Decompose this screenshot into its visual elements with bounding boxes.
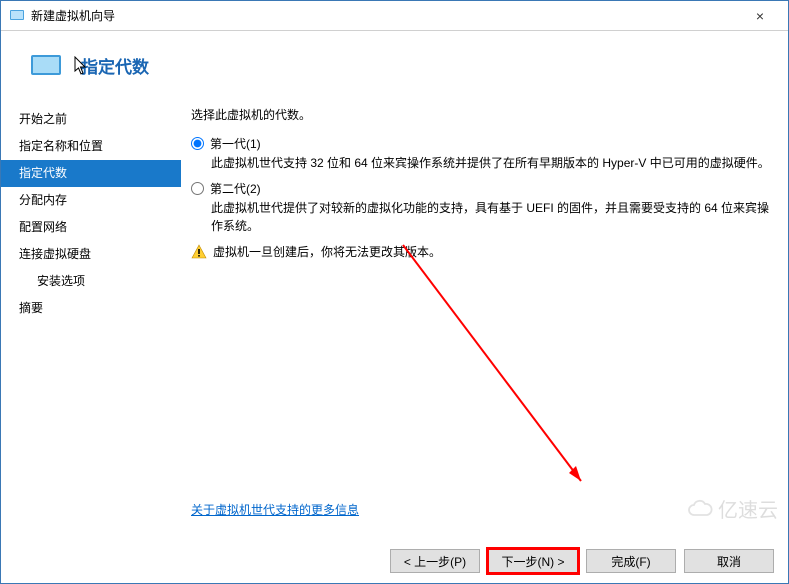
gen2-label: 第二代(2)	[210, 180, 261, 197]
sidebar-item-summary[interactable]: 摘要	[1, 295, 181, 322]
cancel-button[interactable]: 取消	[684, 549, 774, 573]
window-title: 新建虚拟机向导	[31, 7, 740, 24]
sidebar-item-name-location[interactable]: 指定名称和位置	[1, 133, 181, 160]
close-button[interactable]: ×	[740, 8, 780, 24]
gen2-radio-row[interactable]: 第二代(2)	[191, 180, 774, 197]
gen1-radio[interactable]	[191, 137, 204, 150]
gen1-block: 第一代(1) 此虚拟机世代支持 32 位和 64 位来宾操作系统并提供了在所有早…	[191, 135, 774, 172]
sidebar-item-install-options[interactable]: 安装选项	[1, 268, 181, 295]
next-button[interactable]: 下一步(N) >	[488, 549, 578, 573]
header-icon	[31, 55, 61, 77]
intro-text: 选择此虚拟机的代数。	[191, 106, 774, 123]
titlebar: 新建虚拟机向导 ×	[1, 1, 788, 31]
warning-text: 虚拟机一旦创建后，你将无法更改其版本。	[213, 243, 441, 260]
watermark: 亿速云	[686, 494, 778, 523]
content-pane: 选择此虚拟机的代数。 第一代(1) 此虚拟机世代支持 32 位和 64 位来宾操…	[181, 98, 788, 518]
finish-button[interactable]: 完成(F)	[586, 549, 676, 573]
footer-buttons: < 上一步(P) 下一步(N) > 完成(F) 取消	[390, 549, 774, 573]
sidebar-item-memory[interactable]: 分配内存	[1, 187, 181, 214]
sidebar-item-network[interactable]: 配置网络	[1, 214, 181, 241]
cloud-icon	[686, 499, 714, 519]
gen2-radio[interactable]	[191, 182, 204, 195]
watermark-text: 亿速云	[718, 494, 778, 523]
sidebar-item-before-begin[interactable]: 开始之前	[1, 106, 181, 133]
gen1-desc: 此虚拟机世代支持 32 位和 64 位来宾操作系统并提供了在所有早期版本的 Hy…	[211, 154, 774, 172]
sidebar-item-virtual-disk[interactable]: 连接虚拟硬盘	[1, 241, 181, 268]
warning-row: 虚拟机一旦创建后，你将无法更改其版本。	[191, 243, 774, 260]
gen1-radio-row[interactable]: 第一代(1)	[191, 135, 774, 152]
wizard-window: 新建虚拟机向导 × 指定代数 开始之前 指定名称和位置 指定代数 分配内存 配置…	[0, 0, 789, 584]
gen2-block: 第二代(2) 此虚拟机世代提供了对较新的虚拟化功能的支持，具有基于 UEFI 的…	[191, 180, 774, 235]
annotation-arrow	[401, 243, 601, 503]
sidebar-item-generation[interactable]: 指定代数	[1, 160, 181, 187]
sidebar: 开始之前 指定名称和位置 指定代数 分配内存 配置网络 连接虚拟硬盘 安装选项 …	[1, 98, 181, 518]
more-info-link[interactable]: 关于虚拟机世代支持的更多信息	[191, 501, 359, 518]
prev-button[interactable]: < 上一步(P)	[390, 549, 480, 573]
gen1-label: 第一代(1)	[210, 135, 261, 152]
warning-icon	[191, 244, 207, 260]
page-title: 指定代数	[81, 53, 149, 78]
gen2-desc: 此虚拟机世代提供了对较新的虚拟化功能的支持，具有基于 UEFI 的固件，并且需要…	[211, 199, 774, 235]
body: 开始之前 指定名称和位置 指定代数 分配内存 配置网络 连接虚拟硬盘 安装选项 …	[1, 98, 788, 518]
page-header: 指定代数	[1, 31, 788, 98]
app-icon	[9, 8, 25, 24]
